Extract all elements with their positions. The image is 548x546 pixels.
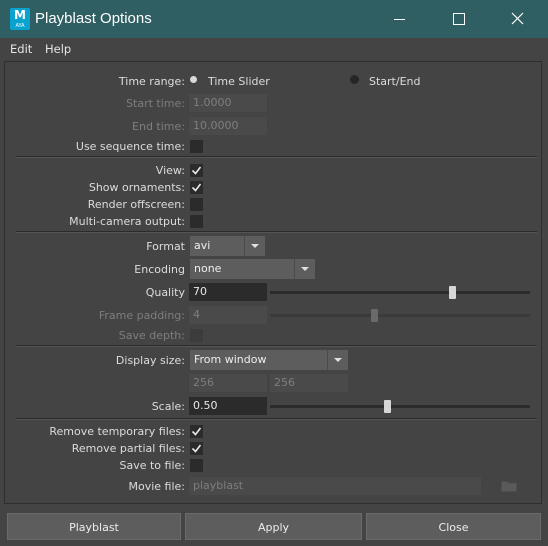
separator	[16, 418, 537, 420]
movie-file-label: Movie file:	[128, 480, 185, 493]
encoding-value: none	[194, 262, 222, 275]
minimize-button[interactable]	[369, 0, 429, 38]
scale-field[interactable]: 0.50	[189, 397, 267, 415]
frame-padding-field[interactable]: 4	[189, 306, 267, 324]
show-ornaments-checkbox[interactable]	[190, 181, 203, 194]
view-checkbox[interactable]	[190, 164, 203, 177]
width-field[interactable]: 256	[189, 374, 267, 392]
separator	[16, 156, 537, 158]
apply-button[interactable]: Apply	[185, 513, 362, 540]
remove-partial-files-checkbox[interactable]	[190, 442, 203, 455]
checkmark-icon	[191, 166, 202, 175]
remove-temp-files-checkbox[interactable]	[190, 425, 203, 438]
quality-slider-track[interactable]	[270, 291, 530, 294]
render-offscreen-label: Render offscreen:	[87, 198, 185, 211]
close-window-button[interactable]	[488, 0, 548, 38]
time-range-label: Time range:	[118, 75, 185, 88]
checkmark-icon	[191, 427, 202, 436]
title-bar: M AYA Playblast Options	[0, 0, 548, 38]
save-depth-checkbox[interactable]	[190, 329, 203, 342]
menu-bar: Edit Help	[0, 38, 548, 60]
save-depth-label: Save depth:	[118, 329, 185, 342]
remove-partial-files-label: Remove partial files:	[71, 442, 185, 455]
multi-camera-checkbox[interactable]	[190, 215, 203, 228]
format-label: Format	[146, 240, 185, 253]
chevron-down-icon	[327, 350, 348, 370]
separator	[16, 345, 537, 347]
scale-slider-handle[interactable]	[383, 400, 391, 413]
encoding-dropdown[interactable]: none	[190, 259, 315, 279]
end-time-field[interactable]: 10.0000	[189, 117, 267, 135]
frame-padding-slider-handle[interactable]	[370, 309, 378, 322]
maya-app-icon: M AYA	[10, 8, 30, 30]
radio-time-slider[interactable]	[190, 76, 197, 83]
separator	[16, 231, 537, 233]
render-offscreen-checkbox[interactable]	[190, 198, 203, 211]
multi-camera-label: Multi-camera output:	[69, 215, 185, 228]
maximize-button[interactable]	[429, 0, 489, 38]
checkmark-icon	[191, 444, 202, 453]
chevron-down-icon	[244, 236, 265, 256]
options-panel: Time range: Time Slider Start/End Start …	[4, 61, 542, 504]
format-dropdown[interactable]: avi	[190, 236, 265, 256]
app-icon-sub: AYA	[15, 23, 25, 29]
start-time-field[interactable]: 1.0000	[189, 94, 267, 112]
scale-label: Scale:	[151, 400, 185, 413]
maximize-icon	[453, 13, 465, 25]
minimize-icon	[394, 19, 405, 20]
window-title: Playblast Options	[35, 10, 152, 27]
save-to-file-checkbox[interactable]	[190, 459, 203, 472]
folder-icon[interactable]	[501, 480, 517, 492]
use-sequence-time-label: Use sequence time:	[75, 140, 185, 153]
close-icon	[511, 12, 524, 25]
radio-start-end-label[interactable]: Start/End	[369, 75, 420, 88]
use-sequence-time-checkbox[interactable]	[190, 140, 203, 153]
display-size-value: From window	[194, 353, 267, 366]
checkmark-icon	[191, 183, 202, 192]
menu-help[interactable]: Help	[45, 42, 71, 56]
height-field[interactable]: 256	[270, 374, 348, 392]
end-time-label: End time:	[132, 120, 185, 133]
menu-edit[interactable]: Edit	[10, 42, 32, 56]
chevron-down-icon	[294, 259, 315, 279]
movie-file-field[interactable]: playblast	[189, 477, 481, 495]
encoding-label: Encoding	[134, 263, 185, 276]
scale-slider-track[interactable]	[270, 405, 530, 408]
display-size-dropdown[interactable]: From window	[190, 350, 348, 370]
show-ornaments-label: Show ornaments:	[88, 181, 185, 194]
frame-padding-slider-track[interactable]	[270, 314, 530, 317]
quality-slider-handle[interactable]	[448, 286, 456, 299]
close-button[interactable]: Close	[366, 513, 541, 540]
start-time-label: Start time:	[126, 97, 185, 110]
playblast-button[interactable]: Playblast	[7, 513, 181, 540]
view-label: View:	[155, 164, 185, 177]
app-icon-letter: M	[14, 8, 26, 22]
display-size-label: Display size:	[115, 354, 185, 367]
radio-start-end[interactable]	[350, 75, 359, 84]
radio-time-slider-label[interactable]: Time Slider	[208, 75, 270, 88]
quality-field[interactable]: 70	[189, 283, 267, 301]
remove-temp-files-label: Remove temporary files:	[49, 425, 185, 438]
frame-padding-label: Frame padding:	[98, 309, 185, 322]
save-to-file-label: Save to file:	[119, 459, 186, 472]
format-value: avi	[194, 239, 211, 252]
quality-label: Quality	[145, 286, 185, 299]
